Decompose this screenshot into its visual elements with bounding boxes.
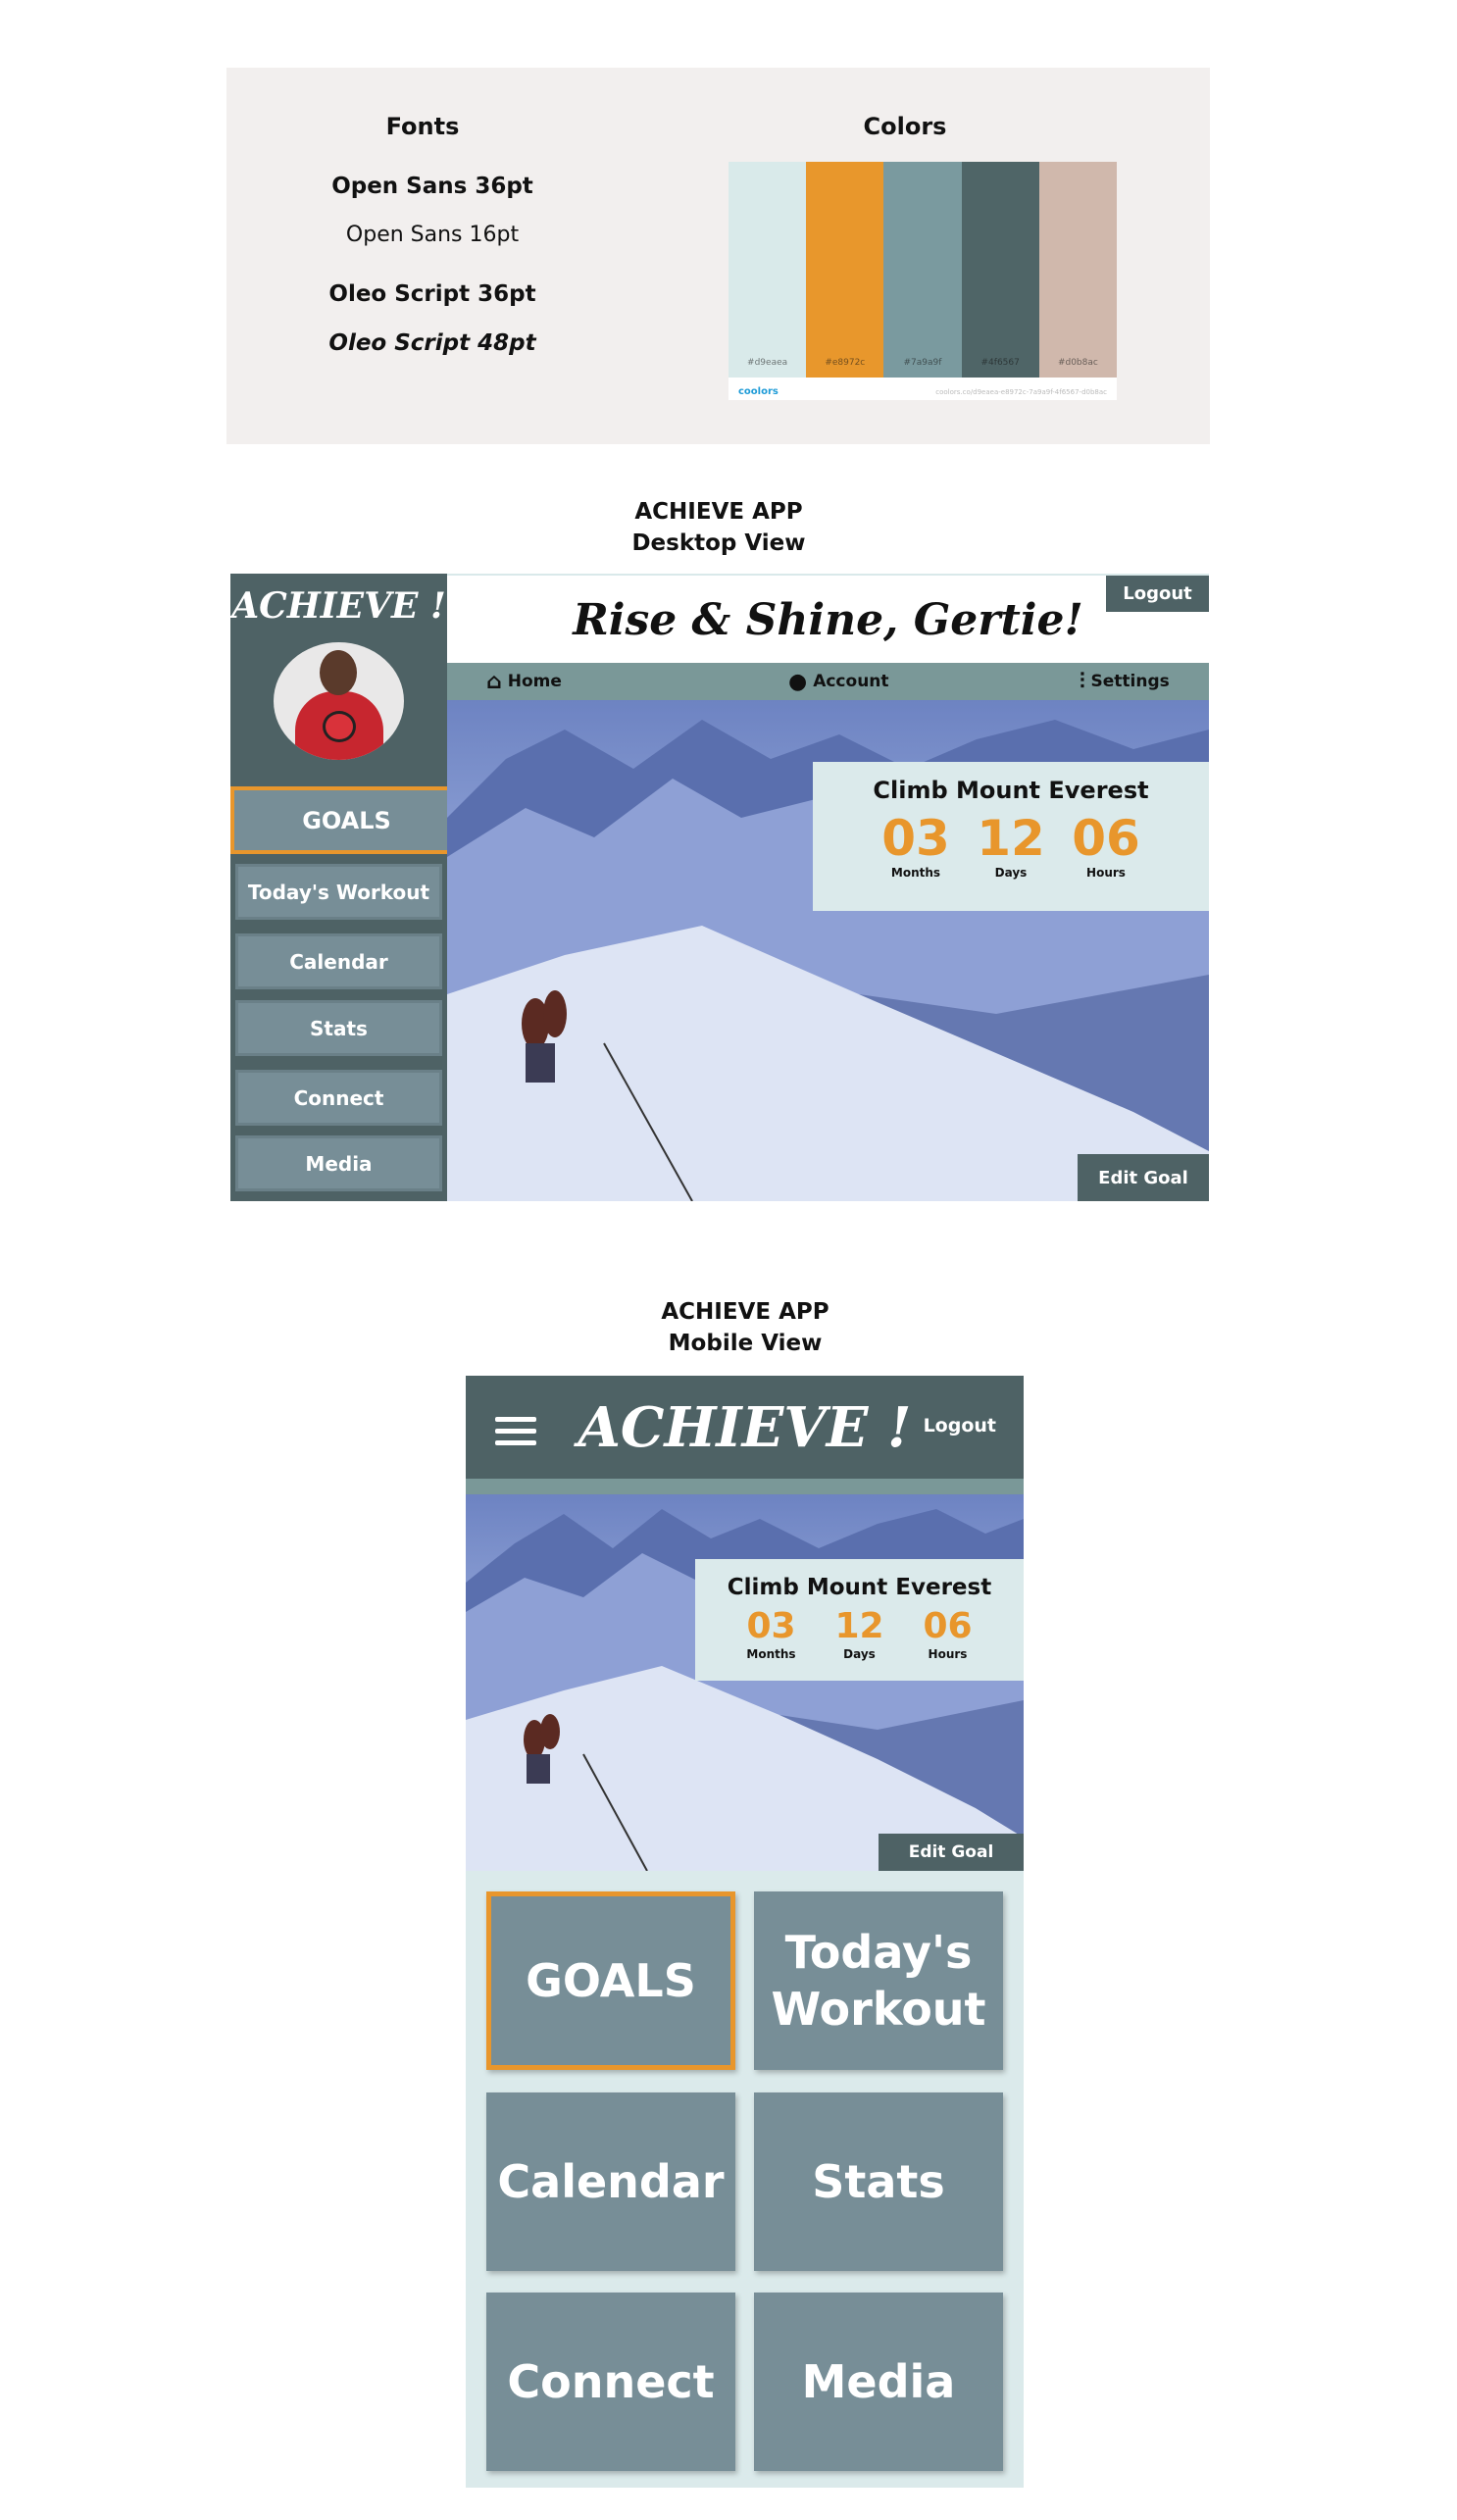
coolors-url: coolors.co/d9eaea-e8972c-7a9a9f-4f6567-d… bbox=[935, 388, 1107, 396]
sidebar-item-goals[interactable]: GOALS bbox=[230, 786, 463, 854]
edit-goal-button[interactable]: Edit Goal bbox=[879, 1834, 1024, 1871]
swatch-mid-teal: #7a9a9f bbox=[883, 162, 962, 378]
mobile-view: ACHIEVE ! Logout Climb Mount Everest 03 M… bbox=[466, 1376, 1024, 2488]
edit-goal-button[interactable]: Edit Goal bbox=[1078, 1154, 1209, 1201]
sidebar-item-calendar[interactable]: Calendar bbox=[235, 933, 442, 989]
sidebar: ACHIEVE ! GOALS Today's Workout Calendar… bbox=[230, 574, 463, 1201]
hours-counter: 06 Hours bbox=[923, 1606, 973, 1661]
sidebar-item-media[interactable]: Media bbox=[235, 1135, 442, 1191]
goal-card[interactable]: Climb Mount Everest 03 Months 12 Days 06 Ho… bbox=[695, 1559, 1024, 1681]
font-sample-open-sans-36: Open Sans 36pt bbox=[331, 174, 533, 199]
nav-settings[interactable]: ⫶ Settings bbox=[1080, 663, 1170, 700]
font-sample-oleo-36: Oleo Script 36pt bbox=[328, 281, 536, 307]
nav-account[interactable]: ● Account bbox=[788, 663, 889, 700]
app-logo: ACHIEVE ! bbox=[231, 585, 446, 627]
mobile-caption: ACHIEVE APP Mobile View bbox=[661, 1299, 829, 1356]
tile-todays-workout[interactable]: Today's Workout bbox=[754, 1891, 1003, 2070]
tile-calendar[interactable]: Calendar bbox=[486, 2092, 735, 2271]
swatch-dark-slate: #4f6567 bbox=[961, 162, 1039, 378]
sidebar-item-stats[interactable]: Stats bbox=[235, 1000, 442, 1056]
sliders-icon: ⫶ bbox=[1080, 669, 1085, 694]
desktop-caption: ACHIEVE APP Desktop View bbox=[631, 499, 806, 556]
avatar[interactable] bbox=[274, 642, 404, 760]
greeting-title: Rise & Shine, Gertie! bbox=[573, 595, 1083, 645]
sidebar-item-todays-workout[interactable]: Today's Workout bbox=[235, 864, 442, 920]
home-icon: ⌂ bbox=[486, 669, 502, 694]
colors-heading: Colors bbox=[863, 113, 947, 140]
days-counter: 12 Days bbox=[977, 810, 1045, 880]
logout-button[interactable]: Logout bbox=[1106, 576, 1209, 612]
tile-connect[interactable]: Connect bbox=[486, 2293, 735, 2471]
style-guide-panel: Fonts Colors Open Sans 36pt Open Sans 16… bbox=[226, 68, 1210, 444]
font-sample-oleo-48: Oleo Script 48pt bbox=[328, 330, 536, 356]
greeting-bar: Rise & Shine, Gertie! Logout bbox=[447, 574, 1209, 663]
months-counter: 03 Months bbox=[881, 810, 950, 880]
swatch-orange: #e8972c bbox=[806, 162, 884, 378]
fonts-heading: Fonts bbox=[385, 113, 460, 140]
nav-home[interactable]: ⌂ Home bbox=[486, 663, 562, 700]
header-stripe bbox=[466, 1479, 1024, 1494]
days-counter: 12 Days bbox=[834, 1606, 884, 1661]
color-palette: #d9eaea #e8972c #7a9a9f #4f6567 #d0b8ac … bbox=[728, 162, 1117, 400]
hours-counter: 06 Hours bbox=[1072, 810, 1140, 880]
sidebar-item-connect[interactable]: Connect bbox=[235, 1070, 442, 1126]
goal-title: Climb Mount Everest bbox=[873, 777, 1149, 804]
goal-title: Climb Mount Everest bbox=[727, 1575, 992, 1600]
mobile-header: ACHIEVE ! Logout bbox=[466, 1376, 1024, 1479]
coolors-logo: coolors bbox=[738, 386, 779, 397]
months-counter: 03 Months bbox=[746, 1606, 796, 1661]
logout-button[interactable]: Logout bbox=[924, 1415, 996, 1436]
desktop-view: ACHIEVE ! GOALS Today's Workout Calendar… bbox=[230, 574, 1209, 1201]
tile-media[interactable]: Media bbox=[754, 2293, 1003, 2471]
hero-image-everest: Climb Mount Everest 03 Months 12 Days 06 Ho… bbox=[466, 1494, 1024, 1871]
tile-goals[interactable]: GOALS bbox=[486, 1891, 735, 2070]
tile-stats[interactable]: Stats bbox=[754, 2092, 1003, 2271]
font-sample-open-sans-16: Open Sans 16pt bbox=[345, 223, 520, 247]
swatch-light-teal: #d9eaea bbox=[728, 162, 807, 378]
user-icon: ● bbox=[788, 669, 808, 694]
goal-card[interactable]: Climb Mount Everest 03 Months 12 Days 06 Ho… bbox=[813, 762, 1209, 911]
hero-image-everest: Climb Mount Everest 03 Months 12 Days 06 Ho… bbox=[447, 700, 1209, 1201]
swatch-blush: #d0b8ac bbox=[1038, 162, 1117, 378]
top-nav: ⌂ Home ● Account ⫶ Settings bbox=[447, 663, 1209, 700]
